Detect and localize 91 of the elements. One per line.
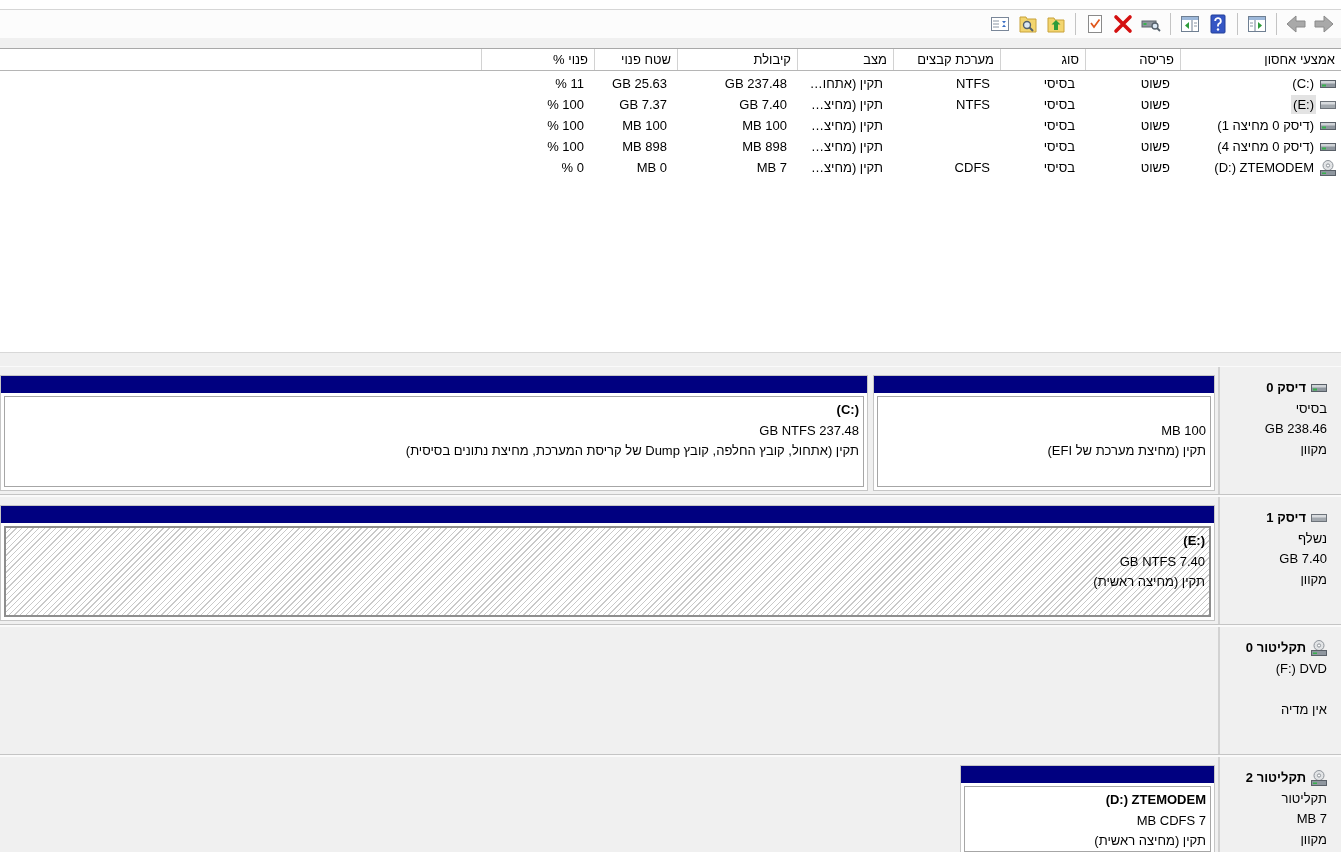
table-cell-text: MB 100 — [621, 117, 668, 135]
table-cell-text: בסיסי — [1042, 75, 1076, 93]
disk-size: MB 7 — [1295, 810, 1327, 828]
drive-icon — [1320, 142, 1336, 151]
volume-name[interactable]: (D:) ZTEMODEM — [1212, 158, 1316, 177]
column-header[interactable]: אמצעי אחסון — [1180, 49, 1341, 70]
table-cell-text: פשוט — [1139, 75, 1171, 93]
drive-icon — [1320, 100, 1336, 109]
table-cell-text: בסיסי — [1042, 138, 1076, 156]
partition-size: GB NTFS 237.48 — [758, 421, 859, 440]
table-cell-text: פשוט — [1139, 96, 1171, 114]
column-header[interactable]: פריסה — [1085, 49, 1180, 70]
disk-size: GB 7.40 — [1278, 550, 1327, 568]
left-arrow-icon — [1286, 14, 1306, 34]
table-cell-text: MB 898 — [741, 138, 788, 156]
window-pane-icon — [1180, 14, 1200, 34]
folder-up-arrow-icon — [1046, 14, 1066, 34]
disk-title: תקליטור 0 — [1245, 639, 1306, 657]
table-cell-text: GB 25.63 — [611, 75, 668, 93]
table-cell-text: MB 898 — [621, 138, 668, 156]
table-cell-text: פשוט — [1139, 117, 1171, 135]
table-cell-text: תקין (אתחו… — [808, 75, 884, 93]
partition-status: תקין (אתחול, קובץ החלפה, קובץ Dump של קריסת המערכת, מחיצת נתונים בסיסית) — [404, 442, 859, 460]
table-cell-text: תקין (מחיצ… — [809, 96, 884, 114]
volume-name[interactable]: (דיסק 0 מחיצה 1) — [1215, 116, 1316, 135]
table-cell-text: פשוט — [1139, 138, 1171, 156]
table-cell-text: % 11 — [554, 75, 585, 93]
volume-name[interactable]: (C:) — [1290, 74, 1316, 93]
drive-icon — [1320, 79, 1336, 88]
window-pane-icon — [1247, 14, 1267, 34]
table-cell-text: % 0 — [560, 159, 585, 177]
partition-name: (D:) ZTEMODEM — [1104, 791, 1206, 809]
column-header[interactable]: שטח פנוי — [594, 49, 677, 70]
folder-magnifier-icon — [1018, 14, 1038, 34]
column-header[interactable]: קיבולת — [677, 49, 797, 70]
help-icon — [1208, 14, 1228, 34]
partition-size: MB CDFS 7 — [1135, 811, 1206, 830]
partition-size: MB 100 — [1160, 421, 1206, 440]
partition-name: (E:) — [1182, 532, 1205, 550]
disk-size: GB 238.46 — [1263, 420, 1327, 438]
disk-type: (F:) DVD — [1274, 659, 1327, 678]
table-cell-text: בסיסי — [1042, 117, 1076, 135]
right-arrow-icon — [1314, 14, 1334, 34]
partition-status: תקין (מחיצה ראשית) — [1092, 573, 1205, 591]
document-check-icon — [1085, 14, 1105, 34]
table-cell-text: % 100 — [546, 96, 585, 114]
table-cell-text: MB 100 — [741, 117, 788, 135]
disc-drive-icon — [1311, 640, 1327, 657]
table-cell-text: % 100 — [546, 138, 585, 156]
disk-title: תקליטור 2 — [1245, 769, 1306, 787]
disk-status: מקוון — [1299, 830, 1327, 849]
disk-type: בסיסי — [1294, 399, 1327, 418]
drive-icon — [1320, 121, 1336, 130]
window-list-icon — [990, 14, 1010, 34]
column-header[interactable]: סוג — [1000, 49, 1085, 70]
table-cell-text: % 100 — [546, 117, 585, 135]
volume-name[interactable]: (E:) — [1291, 95, 1316, 114]
table-cell-text: CDFS — [953, 159, 991, 177]
table-cell-text: בסיסי — [1042, 159, 1076, 177]
disk-title: דיסק 1 — [1266, 509, 1306, 527]
partition-size: GB NTFS 7.40 — [1118, 552, 1205, 571]
table-cell-text: בסיסי — [1042, 96, 1076, 114]
table-cell-text: MB 0 — [635, 159, 668, 177]
disk-type: תקליטור — [1280, 789, 1327, 808]
partition-name: (C:) — [835, 401, 859, 419]
drive-icon — [1311, 384, 1327, 393]
disk-status: אין מדיה — [1279, 700, 1327, 719]
table-cell-text: GB 7.37 — [618, 96, 668, 114]
partition-status: תקין (מחיצת מערכת של EFI) — [1046, 442, 1206, 460]
table-cell-text: NTFS — [955, 96, 991, 114]
partition-status: תקין (מחיצה ראשית) — [1093, 832, 1206, 850]
table-cell-text: MB 7 — [755, 159, 788, 177]
disk-status: מקוון — [1299, 440, 1327, 459]
table-cell-text: תקין (מחיצ… — [809, 117, 884, 135]
column-header[interactable]: מערכת קבצים — [893, 49, 1000, 70]
column-header[interactable]: פנוי % — [481, 49, 594, 70]
column-header[interactable]: מצב — [797, 49, 893, 70]
disc-drive-icon — [1320, 159, 1336, 176]
disk-title: דיסק 0 — [1266, 379, 1306, 397]
disc-drive-icon — [1311, 770, 1327, 787]
table-cell-text: פשוט — [1139, 159, 1171, 177]
table-cell-text: NTFS — [955, 75, 991, 93]
volume-name[interactable]: (דיסק 0 מחיצה 4) — [1215, 137, 1316, 156]
disk-status: מקוון — [1299, 570, 1327, 589]
cross-icon — [1113, 14, 1133, 34]
drive-icon — [1311, 514, 1327, 523]
table-cell-text: GB 237.48 — [723, 75, 788, 93]
table-cell-text: תקין (מחיצ… — [809, 138, 884, 156]
table-cell-text: GB 7.40 — [738, 96, 788, 114]
table-cell-text: תקין (מחיצ… — [809, 159, 884, 177]
disk-type: נשלף — [1297, 529, 1327, 548]
